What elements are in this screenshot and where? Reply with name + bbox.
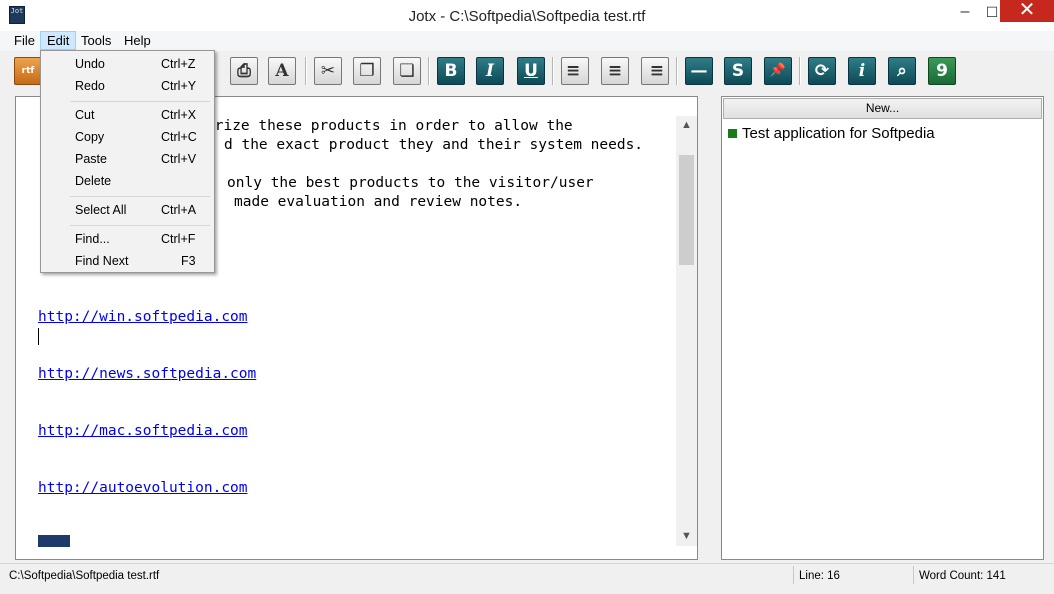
note-bullet-icon <box>728 129 737 138</box>
align-left-icon[interactable]: ≡ <box>561 57 589 85</box>
shortcut-paste: Ctrl+V <box>161 152 197 166</box>
menu-item-paste[interactable]: Paste <box>75 152 107 166</box>
shortcut-redo: Ctrl+Y <box>161 79 197 93</box>
shortcut-undo: Ctrl+Z <box>161 57 196 71</box>
menu-item-delete[interactable]: Delete <box>75 174 111 188</box>
editor-link[interactable]: http://mac.softpedia.com <box>38 423 248 439</box>
menu-item-select-all[interactable]: Select All <box>75 203 126 217</box>
menu-item-undo[interactable]: Undo <box>75 57 105 71</box>
editor-text-line: made evaluation and review notes. <box>234 194 523 210</box>
pin-icon[interactable]: 📌 <box>764 57 792 85</box>
menu-tools[interactable]: Tools <box>75 31 117 50</box>
menu-bar <box>0 31 1054 51</box>
spellcheck-icon[interactable]: S <box>724 57 752 85</box>
menu-item-find[interactable]: Find... <box>75 232 110 246</box>
menu-item-find-next[interactable]: Find Next <box>75 254 129 268</box>
toolbar-separator <box>676 57 678 85</box>
align-right-icon[interactable]: ≡ <box>641 57 669 85</box>
menu-edit[interactable]: Edit <box>40 31 77 50</box>
status-word-count: Word Count: 141 <box>919 570 1006 582</box>
italic-icon[interactable]: I <box>476 57 504 85</box>
editor-link[interactable]: http://news.softpedia.com <box>38 366 256 382</box>
note-list-item[interactable]: Test application for Softpedia <box>742 125 935 142</box>
embedded-image <box>38 535 70 547</box>
shortcut-select-all: Ctrl+A <box>161 203 197 217</box>
editor-text-line: d the exact product they and their syste… <box>224 137 644 153</box>
menu-help[interactable]: Help <box>118 31 157 50</box>
close-button[interactable]: ✕ <box>1000 0 1054 22</box>
toolbar-separator <box>552 57 554 85</box>
shortcut-copy: Ctrl+C <box>161 130 197 144</box>
horizontal-line-icon[interactable]: — <box>685 57 713 85</box>
status-separator <box>913 566 914 584</box>
editor-text-line: prize these products in order to allow t… <box>206 118 573 134</box>
menu-item-copy[interactable]: Copy <box>75 130 104 144</box>
toolbar-separator <box>799 57 801 85</box>
info-icon[interactable]: i <box>848 57 876 85</box>
toolbar-separator <box>305 57 307 85</box>
scroll-up-arrow[interactable]: ▲ <box>676 119 697 131</box>
editor-link[interactable]: http://win.softpedia.com <box>38 309 248 325</box>
print-icon[interactable]: ⎙ <box>230 57 258 85</box>
window-title: Jotx - C:\Softpedia\Softpedia test.rtf <box>408 8 646 25</box>
menu-separator <box>70 101 210 102</box>
copy-icon[interactable]: ❐ <box>353 57 381 85</box>
status-separator <box>793 566 794 584</box>
bold-icon[interactable]: B <box>437 57 465 85</box>
menu-file[interactable]: File <box>8 31 41 50</box>
new-file-icon[interactable]: rtf <box>14 57 42 85</box>
shortcut-find-next: F3 <box>181 254 196 268</box>
shortcut-find: Ctrl+F <box>161 232 196 246</box>
status-line: Line: 16 <box>799 570 840 582</box>
paste-icon[interactable]: ❏ <box>393 57 421 85</box>
scroll-down-arrow[interactable]: ▼ <box>676 530 697 542</box>
scrollbar-thumb[interactable] <box>679 155 694 265</box>
cut-icon[interactable]: ✂ <box>314 57 342 85</box>
editor-link[interactable]: http://autoevolution.com <box>38 480 248 496</box>
refresh-icon[interactable]: ⟳ <box>808 57 836 85</box>
editor-text-line: only the best products to the visitor/us… <box>227 175 594 191</box>
toolbar-separator <box>428 57 430 85</box>
text-cursor <box>38 328 39 345</box>
shortcut-cut: Ctrl+X <box>161 108 197 122</box>
calendar-icon[interactable]: 9 <box>928 57 956 85</box>
menu-separator <box>70 225 210 226</box>
font-icon[interactable]: A <box>268 57 296 85</box>
menu-item-cut[interactable]: Cut <box>75 108 94 122</box>
status-file-path: C:\Softpedia\Softpedia test.rtf <box>9 570 160 582</box>
menu-item-redo[interactable]: Redo <box>75 79 105 93</box>
notes-panel <box>721 96 1044 560</box>
new-note-button[interactable]: New... <box>723 98 1042 119</box>
align-center-icon[interactable]: ≡ <box>601 57 629 85</box>
underline-icon[interactable]: U <box>517 57 545 85</box>
search-icon[interactable]: ⌕ <box>888 57 916 85</box>
menu-separator <box>70 196 210 197</box>
